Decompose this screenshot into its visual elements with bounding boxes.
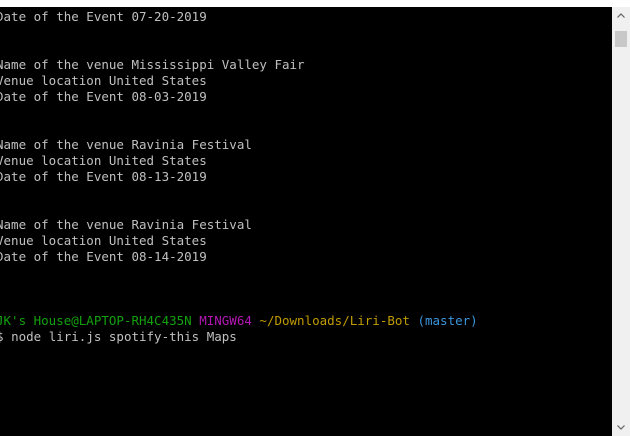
prompt-git-branch: (master) bbox=[417, 313, 478, 328]
arrow-up-icon bbox=[617, 13, 625, 18]
event-date-line: Date of the Event 08-03-2019 bbox=[0, 89, 207, 104]
scrollbar-thumb[interactable] bbox=[615, 31, 627, 47]
event-date-line: Date of the Event 08-14-2019 bbox=[0, 249, 207, 264]
prompt-msystem: MINGW64 bbox=[199, 313, 252, 328]
command-text: node liri.js spotify-this Maps bbox=[11, 329, 237, 344]
prompt-user-host: JK's House@LAPTOP-RH4C435N bbox=[0, 313, 192, 328]
prompt-path: ~/Downloads/Liri-Bot bbox=[259, 313, 410, 328]
scroll-down-button[interactable] bbox=[612, 419, 630, 436]
event-location-line: Venue location United States bbox=[0, 73, 207, 88]
scroll-up-button[interactable] bbox=[612, 7, 630, 24]
arrow-down-icon bbox=[617, 425, 625, 430]
event-date-line: Date of the Event 07-20-2019 bbox=[0, 9, 207, 24]
prompt-symbol: $ bbox=[0, 329, 4, 344]
command-line[interactable]: $ node liri.js spotify-this Maps bbox=[0, 329, 237, 345]
event-location-line: Venue location United States bbox=[0, 233, 207, 248]
event-venue-line: Name of the venue Ravinia Festival bbox=[0, 217, 252, 232]
event-location-line: Venue location United States bbox=[0, 153, 207, 168]
event-date-line: Date of the Event 08-13-2019 bbox=[0, 169, 207, 184]
event-venue-line: Name of the venue Mississippi Valley Fai… bbox=[0, 57, 305, 72]
event-venue-line: Name of the venue Ravinia Festival bbox=[0, 137, 252, 152]
vertical-scrollbar[interactable] bbox=[612, 7, 630, 436]
terminal-output[interactable]: Date of the Event 07-20-2019 Name of the… bbox=[0, 7, 612, 436]
prompt-line: JK's House@LAPTOP-RH4C435N MINGW64 ~/Dow… bbox=[0, 313, 478, 329]
